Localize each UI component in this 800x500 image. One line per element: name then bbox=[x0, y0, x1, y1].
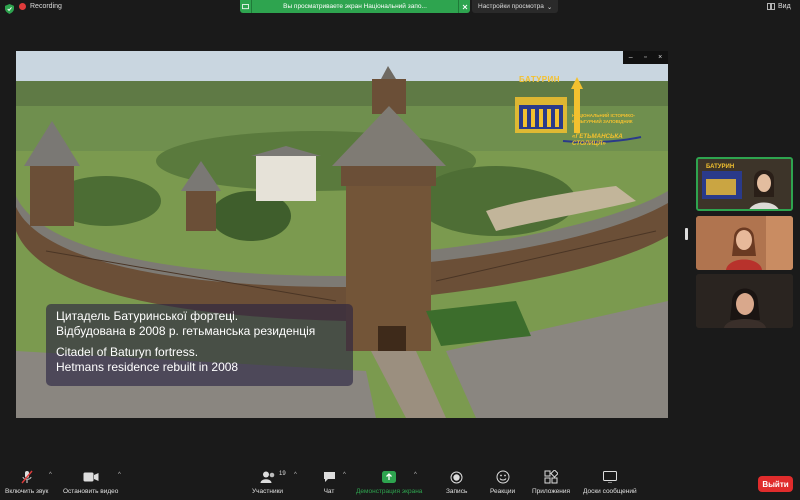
apps-button[interactable]: Приложения bbox=[532, 470, 570, 495]
logo-subtitle: НАЦІОНАЛЬНИЙ ІСТОРИКО-КУЛЬТУРНИЙ ЗАПОВІД… bbox=[572, 113, 635, 124]
panel-resize-handle[interactable] bbox=[685, 228, 688, 240]
participants-count: 19 bbox=[279, 471, 286, 477]
smiley-icon bbox=[495, 470, 511, 484]
screen-share-icon bbox=[240, 0, 252, 13]
video-camera-icon bbox=[83, 470, 99, 484]
chat-caret-icon[interactable]: ^ bbox=[343, 472, 346, 478]
caption-en-line-2: Hetmans residence rebuilt in 2008 bbox=[56, 359, 239, 374]
participant-video-3 bbox=[696, 274, 793, 328]
chat-icon bbox=[321, 470, 337, 484]
grid-view-icon bbox=[767, 3, 775, 10]
record-icon bbox=[449, 470, 465, 484]
shared-screen[interactable]: БАТУРИН НАЦІОНАЛЬНИЙ ІСТОРИКО-КУЛЬТУРНИЙ… bbox=[16, 51, 668, 418]
participants-caret-icon[interactable]: ^ bbox=[294, 472, 297, 478]
meeting-toolbar: Включить звук ^ Остановить видео ^ Участ… bbox=[0, 466, 800, 500]
record-button[interactable]: Запись bbox=[446, 470, 467, 495]
view-settings-label: Настройки просмотра bbox=[478, 3, 544, 10]
chat-label: Чат bbox=[323, 488, 335, 495]
whiteboard-icon bbox=[602, 470, 618, 484]
recording-indicator[interactable]: Recording bbox=[19, 3, 62, 10]
leave-label: Выйти bbox=[762, 479, 789, 489]
participant-tile-2[interactable] bbox=[696, 216, 793, 270]
chevron-down-icon: ⌄ bbox=[546, 3, 553, 11]
reactions-label: Реакции bbox=[490, 488, 516, 495]
video-options-caret-icon[interactable]: ^ bbox=[118, 472, 121, 478]
maximize-icon[interactable]: ▫ bbox=[644, 54, 646, 61]
participant-tile-1[interactable]: БАТУРИН bbox=[696, 157, 793, 211]
view-button[interactable]: Вид bbox=[767, 3, 791, 10]
mute-label: Включить звук bbox=[5, 488, 49, 495]
whiteboards-button[interactable]: Доски сообщений bbox=[583, 470, 637, 495]
reactions-button[interactable]: Реакции bbox=[490, 470, 515, 495]
participants-label: Участники bbox=[252, 488, 284, 495]
participant-video-2 bbox=[696, 216, 793, 270]
participants-icon bbox=[260, 470, 276, 484]
caption-en-line-1: Citadel of Baturyn fortress. bbox=[56, 345, 199, 359]
whiteboard-label: Доски сообщений bbox=[583, 488, 637, 495]
mute-button[interactable]: Включить звук bbox=[5, 470, 48, 495]
share-banner-text: Вы просматриваете экран Національний зап… bbox=[283, 3, 427, 10]
video-label: Остановить видео bbox=[63, 488, 119, 495]
participant-tile-3[interactable] bbox=[696, 274, 793, 328]
stop-video-button[interactable]: Остановить видео bbox=[63, 470, 118, 495]
shield-icon[interactable] bbox=[5, 4, 14, 14]
window-controls: – ▫ × bbox=[623, 51, 668, 64]
logo-title: БАТУРИН bbox=[519, 75, 561, 84]
recording-dot-icon bbox=[19, 3, 26, 10]
share-screen-icon bbox=[381, 470, 397, 484]
share-label: Демонстрация экрана bbox=[356, 488, 423, 495]
view-settings-dropdown[interactable]: Настройки просмотра ⌄ bbox=[472, 0, 559, 13]
apps-icon bbox=[543, 470, 559, 484]
apps-label: Приложения bbox=[532, 488, 571, 495]
record-label: Запись bbox=[446, 488, 468, 495]
caption-box: Цитадель Батуринської фортеці. Відбудова… bbox=[46, 304, 353, 386]
caption-uk-line-1: Цитадель Батуринської фортеці. bbox=[56, 309, 239, 323]
audio-options-caret-icon[interactable]: ^ bbox=[49, 472, 52, 478]
microphone-muted-icon bbox=[19, 470, 35, 484]
close-icon[interactable]: × bbox=[658, 54, 662, 61]
screen-share-banner: Вы просматриваете экран Національний зап… bbox=[240, 0, 470, 13]
share-caret-icon[interactable]: ^ bbox=[414, 472, 417, 478]
tile1-logo-text: БАТУРИН bbox=[706, 164, 735, 170]
stop-viewing-icon[interactable] bbox=[458, 0, 470, 13]
logo-motto: «ГЕТЬМАНСЬКА СТОЛИЦЯ» bbox=[572, 133, 623, 147]
top-bar: Recording Вы просматриваете экран Націон… bbox=[0, 0, 800, 18]
minimize-icon[interactable]: – bbox=[629, 54, 633, 61]
share-screen-button[interactable]: Демонстрация экрана bbox=[356, 470, 422, 495]
view-label: Вид bbox=[778, 3, 791, 10]
caption-uk-line-2: Відбудована в 2008 р. гетьманська резиде… bbox=[56, 323, 316, 338]
leave-button[interactable]: Выйти bbox=[758, 476, 793, 492]
recording-label: Recording bbox=[30, 3, 62, 10]
chat-button[interactable]: Чат bbox=[321, 470, 337, 495]
